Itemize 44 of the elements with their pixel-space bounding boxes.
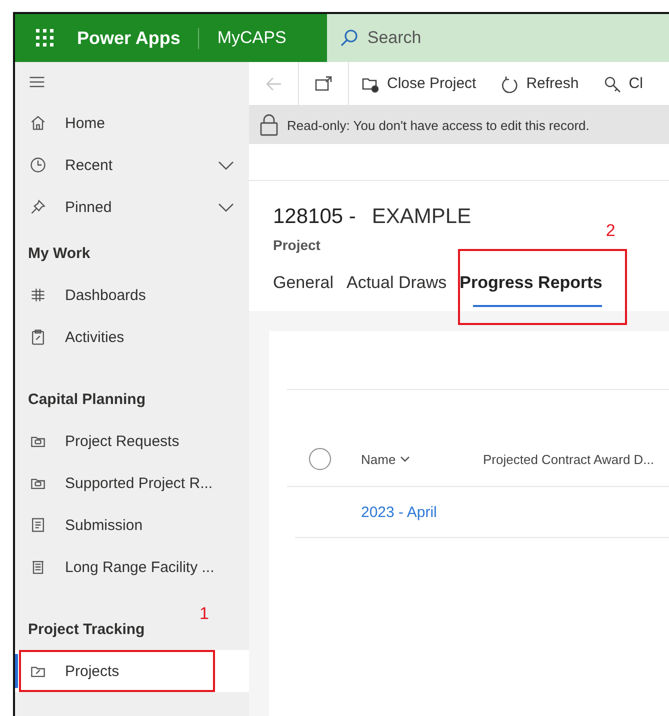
nav-item[interactable]: Projects xyxy=(15,650,249,692)
search-icon xyxy=(339,28,360,48)
select-all-checkbox[interactable] xyxy=(309,448,331,470)
step-number: 1 xyxy=(200,604,209,624)
clipboard-icon xyxy=(29,328,47,346)
lock-icon xyxy=(259,113,279,137)
dashboard-icon xyxy=(29,286,47,304)
app-launcher-icon[interactable] xyxy=(35,28,55,48)
key-icon xyxy=(602,74,621,92)
nav-item[interactable]: Submission xyxy=(15,504,249,546)
nav-item[interactable]: Supported Project R... xyxy=(15,462,249,504)
nav-item[interactable]: Pinned xyxy=(15,186,249,228)
record-name: EXAMPLE xyxy=(372,205,472,229)
tab[interactable]: General xyxy=(273,273,346,311)
tab[interactable]: Progress Reports xyxy=(460,273,616,311)
clock-icon xyxy=(29,156,47,174)
nav-item[interactable]: Home xyxy=(15,102,249,144)
column-header[interactable]: Name xyxy=(361,452,483,466)
home-icon xyxy=(29,114,47,132)
tab[interactable]: Actual Draws xyxy=(346,273,460,311)
nav-item[interactable]: Long Range Facility ... xyxy=(15,546,249,588)
refresh-icon xyxy=(500,74,518,92)
entity-name: Project xyxy=(273,237,320,253)
record-number: 128105 - xyxy=(273,205,356,229)
section-heading: Capital Planning xyxy=(28,390,146,408)
notice-text: Read-only: You don't have access to edit this record. xyxy=(287,118,590,132)
record-link[interactable]: 2023 - April xyxy=(361,504,437,520)
section-heading: Project Tracking xyxy=(28,620,145,638)
nav-item[interactable]: Project Requests xyxy=(15,420,249,462)
pin-icon xyxy=(29,198,47,216)
grid-row[interactable]: 2023 - April xyxy=(295,487,669,538)
app-name[interactable]: Power Apps xyxy=(77,28,200,48)
nav-item[interactable]: Recent xyxy=(15,144,249,186)
back-arrow-icon xyxy=(264,74,282,92)
section-heading: My Work xyxy=(28,244,90,262)
step-number: 2 xyxy=(606,221,616,241)
search-box[interactable]: Search xyxy=(327,14,669,62)
nav-item[interactable]: Dashboards xyxy=(15,274,249,316)
search-field[interactable]: Search xyxy=(365,27,570,49)
popout-icon xyxy=(314,74,334,92)
environment-name[interactable]: MyCAPS xyxy=(199,28,328,48)
document-icon xyxy=(29,516,47,534)
nav-item[interactable]: Activities xyxy=(15,316,249,358)
column-header[interactable]: Projected Contract Award D... xyxy=(483,452,654,466)
